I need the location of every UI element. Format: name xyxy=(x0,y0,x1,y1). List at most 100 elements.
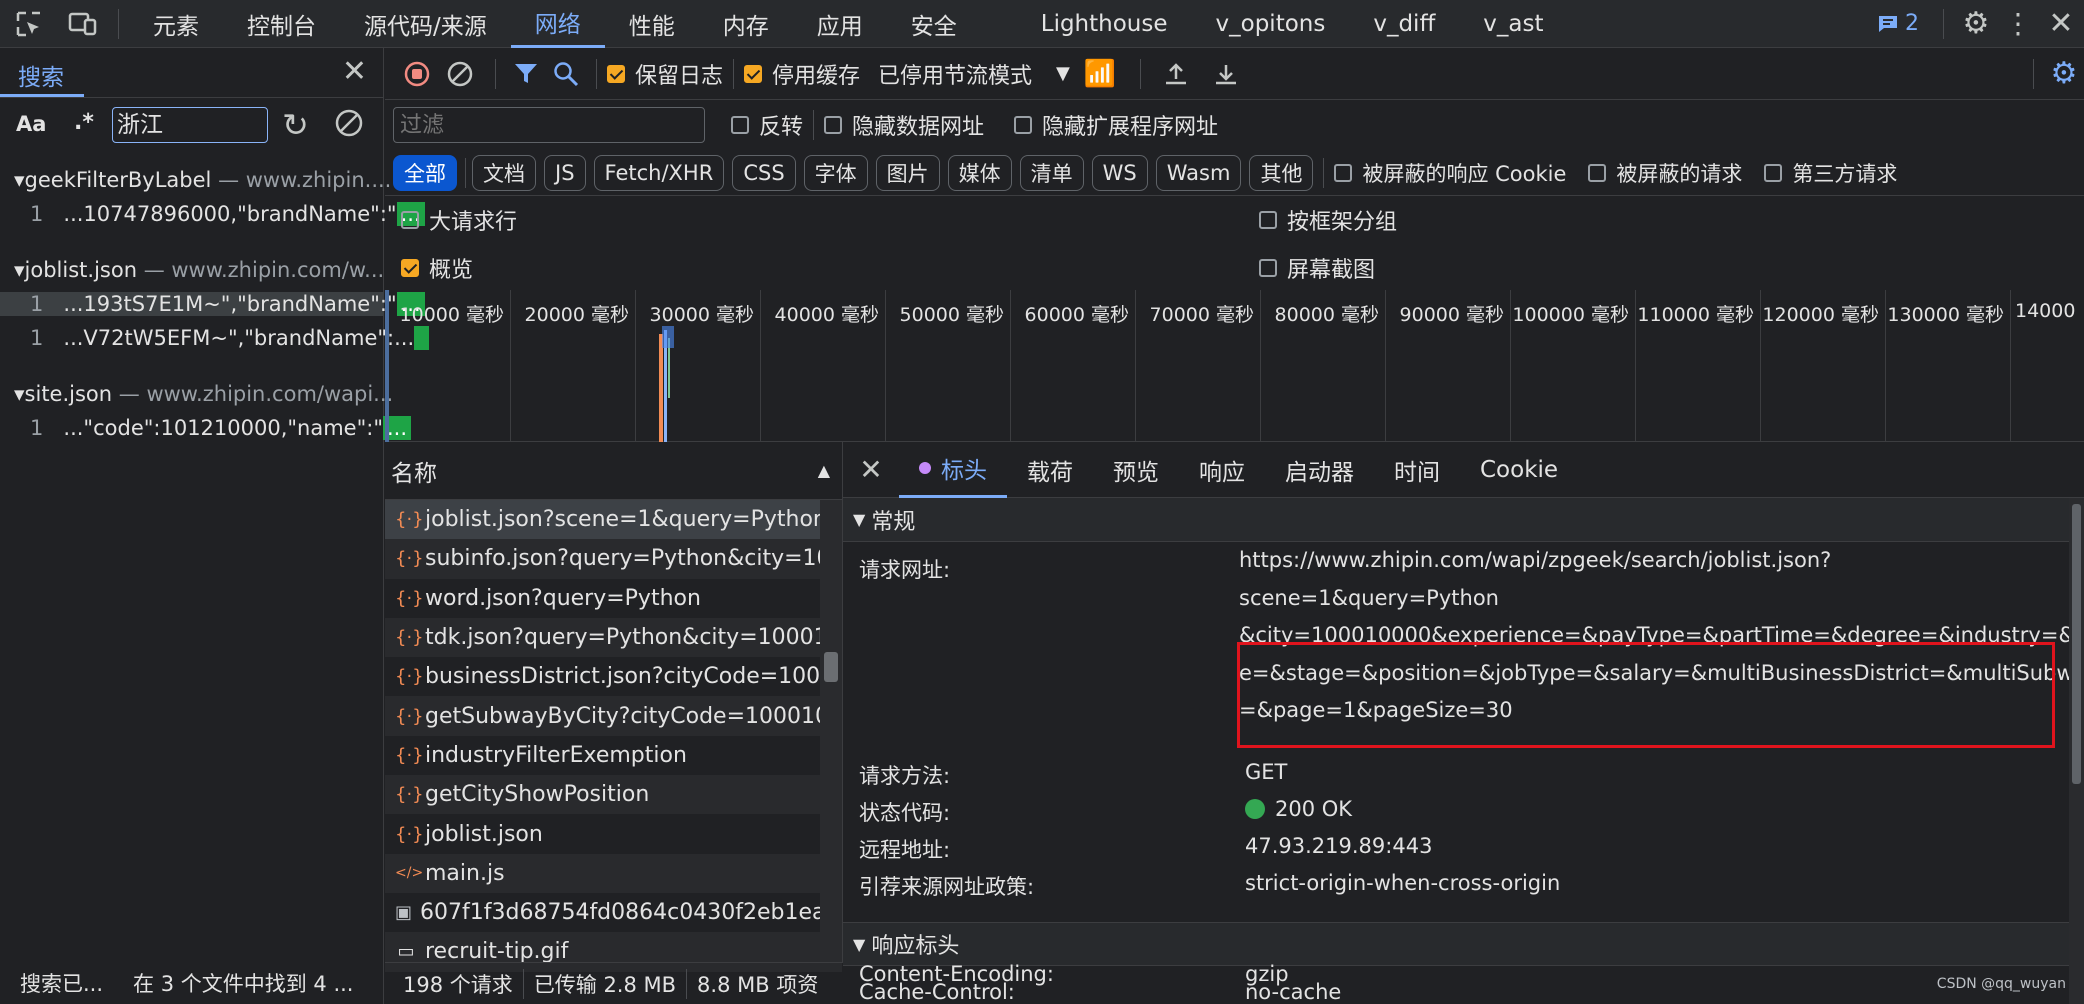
tab-initiator[interactable]: 启动器 xyxy=(1265,442,1374,498)
tab-v-opitons[interactable]: v_opitons xyxy=(1192,0,1350,48)
throttle-select[interactable]: 已停用节流模式 ▼ xyxy=(878,58,1070,90)
search-tab[interactable]: 搜索 ✕ xyxy=(0,48,383,98)
blocked-cookies-checkbox[interactable]: 被屏蔽的响应 Cookie xyxy=(1334,158,1566,188)
request-row[interactable]: {·} industryFilterExemption xyxy=(385,736,842,775)
close-detail-icon[interactable]: ✕ xyxy=(843,453,899,486)
detail-scrollbar[interactable] xyxy=(2069,498,2084,1004)
type-chip-css[interactable]: CSS xyxy=(732,154,796,191)
tab-sources[interactable]: 源代码/来源 xyxy=(340,0,511,48)
tab-response[interactable]: 响应 xyxy=(1179,442,1265,498)
hide-data-urls-checkbox[interactable]: 隐藏数据网址 xyxy=(824,109,984,141)
group-by-frame-checkbox[interactable]: 按框架分组 xyxy=(1259,204,1397,236)
type-chip-img[interactable]: 图片 xyxy=(875,154,940,191)
request-row[interactable]: {·} joblist.json xyxy=(385,814,842,853)
request-row[interactable]: ▣ 607f1f3d68754fd0864c0430f2eb1eac... xyxy=(385,893,842,932)
network-settings-icon[interactable]: ⚙ xyxy=(2044,56,2084,91)
result-line[interactable]: 1 ...193tS7E1M~","brandName":"... xyxy=(0,292,425,316)
search-tab-label: 搜索 xyxy=(18,65,64,91)
tab-network[interactable]: 网络 xyxy=(510,0,605,48)
overview-checkbox[interactable]: 概览 xyxy=(401,252,1259,284)
request-method-value: GET xyxy=(1245,760,1288,784)
preserve-log-checkbox[interactable]: 保留日志 xyxy=(607,58,723,90)
result-line[interactable]: 1 ...10747896000,"brandName":"... xyxy=(30,202,425,226)
tab-console[interactable]: 控制台 xyxy=(223,0,340,48)
request-row[interactable]: {·} businessDistrict.json?cityCode=1000..… xyxy=(385,657,842,696)
screenshots-checkbox[interactable]: 屏幕截图 xyxy=(1259,252,1375,284)
tab-memory[interactable]: 内存 xyxy=(699,0,793,48)
type-chip-other[interactable]: 其他 xyxy=(1249,154,1314,191)
scrollbar-thumb[interactable] xyxy=(824,652,838,682)
refresh-icon[interactable]: ↻ xyxy=(282,106,309,144)
gear-icon[interactable]: ⚙ xyxy=(1954,6,1998,41)
result-file[interactable]: ▾geekFilterByLabel — www.zhipin.... xyxy=(14,168,391,192)
more-vertical-icon[interactable]: ⋮ xyxy=(1998,7,2038,40)
tab-v-ast[interactable]: v_ast xyxy=(1459,0,1567,48)
name-column-header[interactable]: 名称 ▲ xyxy=(385,442,842,500)
tab-security[interactable]: 安全 xyxy=(887,0,981,48)
device-toolbar-icon[interactable] xyxy=(58,0,108,48)
third-party-checkbox[interactable]: 第三方请求 xyxy=(1764,158,1897,188)
regex-toggle[interactable]: .* xyxy=(74,110,94,135)
timeline-window-handle[interactable] xyxy=(385,290,389,442)
search-input[interactable]: 浙江 xyxy=(112,107,268,143)
download-icon[interactable] xyxy=(1201,61,1251,87)
close-search-icon[interactable]: ✕ xyxy=(342,54,367,89)
tab-v-diff[interactable]: v_diff xyxy=(1349,0,1459,48)
type-chip-all[interactable]: 全部 xyxy=(393,154,457,191)
scrollbar-thumb[interactable] xyxy=(2072,504,2081,784)
request-row[interactable]: </> main.js xyxy=(385,853,842,893)
close-icon[interactable]: ✕ xyxy=(2038,6,2084,41)
tab-preview[interactable]: 预览 xyxy=(1093,442,1179,498)
result-line[interactable]: 1 ...V72tW5EFM~","brandName":... xyxy=(30,326,429,350)
result-file[interactable]: ▾site.json — www.zhipin.com/wapi... xyxy=(14,382,393,406)
timeline-overview[interactable]: 10000 毫秒 20000 毫秒 30000 毫秒 40000 毫秒 5000… xyxy=(385,290,2084,442)
big-request-rows-checkbox[interactable]: 大请求行 xyxy=(401,204,1259,236)
tab-timing[interactable]: 时间 xyxy=(1374,442,1460,498)
network-status-bar: 198 个请求 已传输 2.8 MB 8.8 MB 项资 xyxy=(385,962,843,1004)
upload-icon[interactable] xyxy=(1151,61,1201,87)
response-headers-section-header[interactable]: ▼ 响应标头 xyxy=(843,922,2069,966)
result-file[interactable]: ▾joblist.json — www.zhipin.com/w... xyxy=(14,258,384,282)
general-section-header[interactable]: ▼ 常规 xyxy=(843,498,2069,542)
record-icon[interactable] xyxy=(399,60,435,88)
type-chip-media[interactable]: 媒体 xyxy=(947,154,1012,191)
request-row[interactable]: {·} word.json?query=Python xyxy=(385,579,842,618)
type-chip-js[interactable]: JS xyxy=(544,154,586,191)
tab-payload[interactable]: 载荷 xyxy=(1007,442,1093,498)
request-row[interactable]: {·} getCityShowPosition xyxy=(385,775,842,815)
result-line[interactable]: 1 ..."code":101210000,"name":"... xyxy=(30,416,412,440)
type-chip-manifest[interactable]: 清单 xyxy=(1019,154,1084,191)
network-conditions-icon[interactable]: 📶 xyxy=(1070,59,1130,89)
tab-application[interactable]: 应用 xyxy=(793,0,887,48)
tab-headers[interactable]: 标头 xyxy=(899,442,1007,498)
type-chip-font[interactable]: 字体 xyxy=(803,154,868,191)
type-chip-ws[interactable]: WS xyxy=(1091,154,1148,191)
search-icon[interactable] xyxy=(546,61,586,87)
inspect-element-icon[interactable] xyxy=(0,0,58,48)
tab-elements[interactable]: 元素 xyxy=(129,0,223,48)
tab-performance[interactable]: 性能 xyxy=(605,0,699,48)
json-file-icon: {·} xyxy=(395,823,424,845)
checkbox-checked xyxy=(744,64,763,83)
tab-lighthouse[interactable]: Lighthouse xyxy=(981,0,1192,48)
blocked-requests-checkbox[interactable]: 被屏蔽的请求 xyxy=(1588,158,1742,188)
filter-icon[interactable] xyxy=(506,61,546,87)
request-row[interactable]: {·} getSubwayByCity?cityCode=100010... xyxy=(385,696,842,736)
issues-button[interactable]: 2 xyxy=(1877,11,1919,36)
hide-extension-urls-checkbox[interactable]: 隐藏扩展程序网址 xyxy=(1014,109,1218,141)
type-chip-fetch-xhr[interactable]: Fetch/XHR xyxy=(593,154,725,191)
request-row[interactable]: {·} subinfo.json?query=Python&city=10... xyxy=(385,539,842,579)
request-list-scrollbar[interactable] xyxy=(820,500,842,962)
clear-log-icon[interactable] xyxy=(435,60,485,88)
request-row[interactable]: {·} joblist.json?scene=1&query=Python... xyxy=(385,500,842,540)
type-chip-wasm[interactable]: Wasm xyxy=(1155,154,1242,191)
invert-checkbox[interactable]: 反转 xyxy=(731,109,803,141)
clear-icon[interactable] xyxy=(334,108,364,138)
disable-cache-checkbox[interactable]: 停用缓存 xyxy=(744,58,860,90)
gif-file-icon: ▭ xyxy=(397,941,415,963)
match-case-toggle[interactable]: Aa xyxy=(16,112,46,136)
filter-input[interactable] xyxy=(393,107,705,143)
type-chip-doc[interactable]: 文档 xyxy=(472,154,536,191)
tab-cookies[interactable]: Cookie xyxy=(1460,442,1578,498)
request-row[interactable]: {·} tdk.json?query=Python&city=10001... xyxy=(385,617,842,658)
